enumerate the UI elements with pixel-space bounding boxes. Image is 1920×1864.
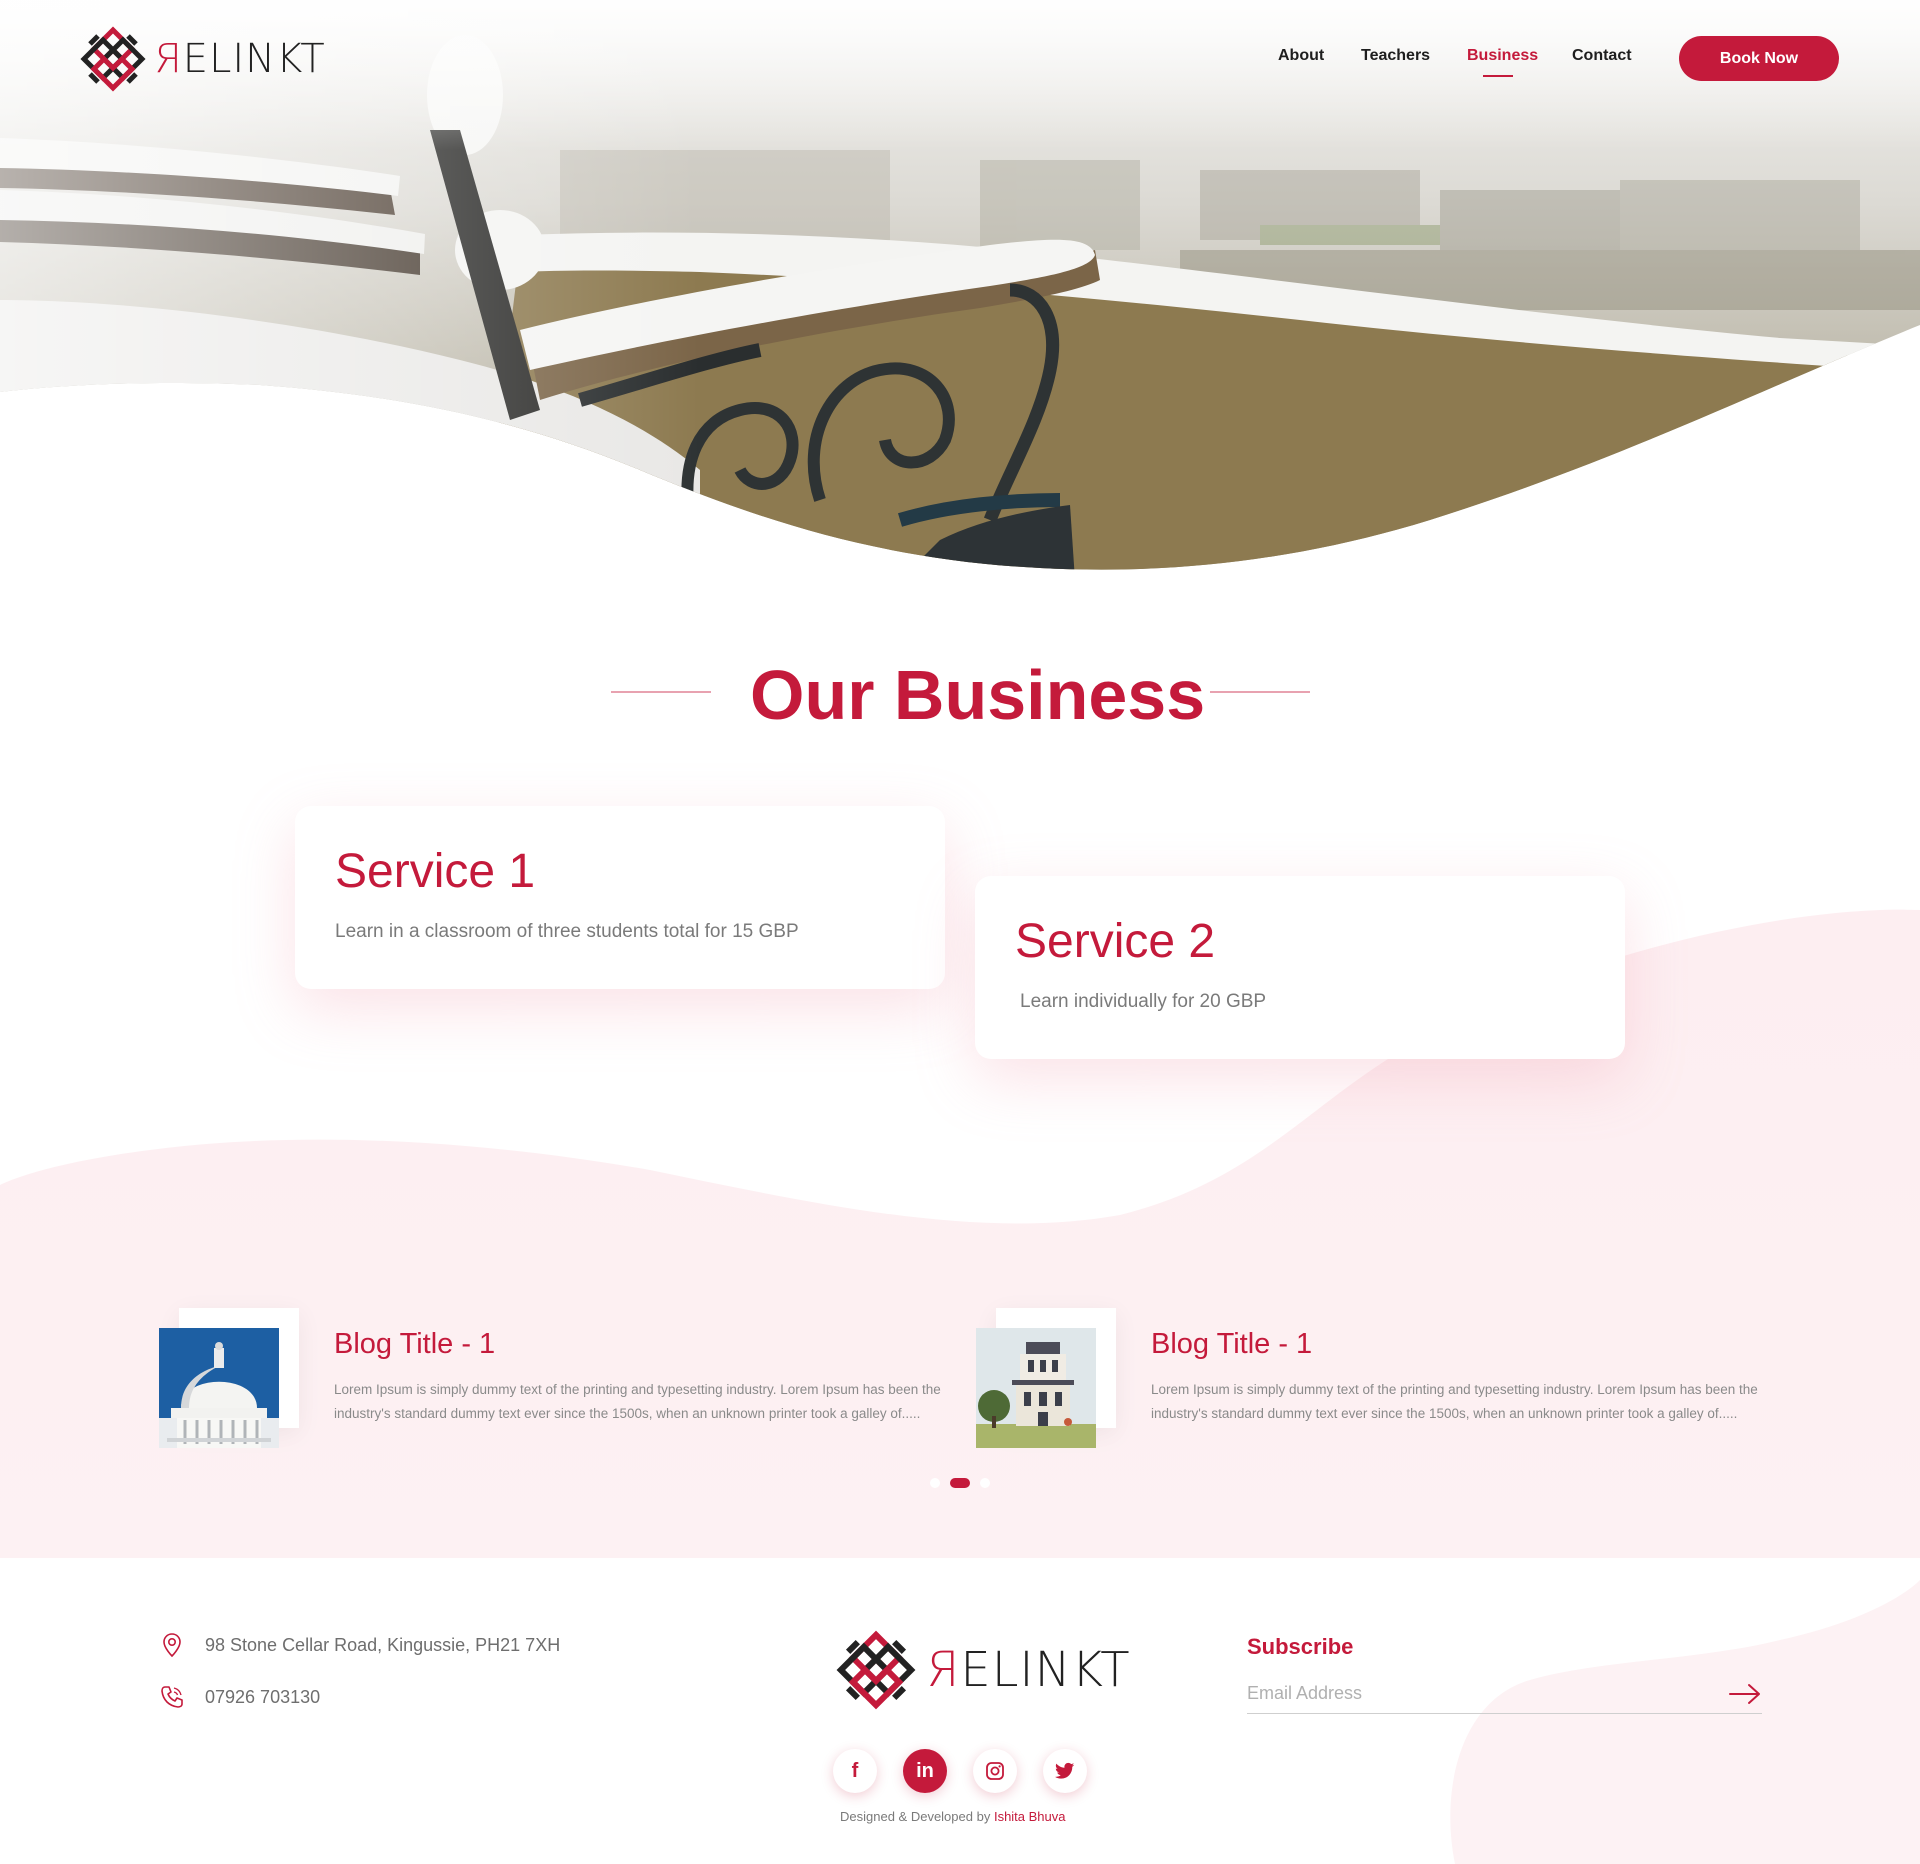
brand-logo[interactable]: ЯELINKT: [80, 25, 326, 93]
footer-address: 98 Stone Cellar Road, Kingussie, PH21 7X…: [159, 1632, 560, 1658]
logo-knot-icon: [836, 1630, 916, 1710]
service-title: Service 1: [335, 845, 536, 898]
footer-phone: 07926 703130: [159, 1684, 320, 1710]
instagram-icon[interactable]: [973, 1749, 1017, 1793]
logo-knot-icon: [80, 26, 146, 92]
nav-about[interactable]: About: [1278, 47, 1324, 65]
carousel-dot[interactable]: [980, 1478, 990, 1488]
blog-title[interactable]: Blog Title - 1: [1151, 1328, 1312, 1361]
dome-building-image[interactable]: [159, 1328, 279, 1448]
business-section-header: Our Business: [0, 650, 1920, 740]
blog-excerpt: Lorem Ipsum is simply dummy text of the …: [1151, 1382, 1758, 1421]
hero-banner: ЯELINKT About Teachers Business Contact …: [0, 0, 1920, 580]
facebook-icon[interactable]: f: [833, 1749, 877, 1793]
dome-building-icon: [159, 1328, 279, 1448]
service-card[interactable]: Service 2 Learn individually for 20 GBP: [975, 876, 1625, 1059]
logo-r-glyph: Я: [154, 36, 183, 82]
title-divider-right: [1210, 691, 1310, 693]
blog-title[interactable]: Blog Title - 1: [334, 1328, 495, 1361]
arrow-right-icon[interactable]: [1728, 1682, 1762, 1706]
nav-contact[interactable]: Contact: [1572, 47, 1632, 65]
book-now-button[interactable]: Book Now: [1679, 36, 1839, 81]
victorian-house-image[interactable]: [976, 1328, 1096, 1448]
twitter-glyph: [1055, 1762, 1075, 1779]
instagram-glyph: [986, 1762, 1004, 1780]
nav-business[interactable]: Business: [1467, 47, 1539, 77]
carousel-dot-active[interactable]: [950, 1478, 970, 1488]
service-title: Service 2: [1015, 915, 1216, 968]
service-card[interactable]: Service 1 Learn in a classroom of three …: [295, 806, 945, 989]
location-pin-icon: [163, 1633, 181, 1658]
linkedin-icon[interactable]: in: [903, 1749, 947, 1793]
section-title: Our Business: [750, 656, 1206, 734]
credit-prefix: Designed & Developed by: [840, 1809, 991, 1824]
service-description: Learn individually for 20 GBP: [1020, 991, 1267, 1012]
nav-business-label: Business: [1467, 47, 1539, 64]
carousel-pagination: [930, 1477, 990, 1489]
title-divider-left: [611, 691, 711, 693]
twitter-icon[interactable]: [1043, 1749, 1087, 1793]
logo-r-glyph: Я: [926, 1642, 961, 1698]
blog-excerpt: Lorem Ipsum is simply dummy text of the …: [334, 1382, 941, 1421]
facebook-glyph: f: [851, 1759, 859, 1782]
site-footer: 98 Stone Cellar Road, Kingussie, PH21 7X…: [0, 1558, 1920, 1864]
credit-line: Designed & Developed by Ishita Bhuva: [840, 1809, 1066, 1824]
logo-text: ELINKT: [960, 1642, 1131, 1698]
phone-text[interactable]: 07926 703130: [205, 1687, 320, 1708]
footer-logo[interactable]: ЯELINKT: [836, 1630, 1131, 1710]
carousel-dot[interactable]: [930, 1478, 940, 1488]
credit-author-link[interactable]: Ishita Bhuva: [994, 1809, 1066, 1824]
nav-teachers[interactable]: Teachers: [1361, 47, 1430, 65]
social-links: f in: [833, 1749, 1093, 1795]
top-navigation: ЯELINKT About Teachers Business Contact …: [0, 0, 1920, 120]
phone-icon: [161, 1686, 183, 1708]
logo-wordmark: ЯELINKT: [154, 39, 326, 79]
email-field[interactable]: [1247, 1674, 1762, 1714]
linkedin-glyph: in: [916, 1759, 934, 1782]
blog-card[interactable]: Blog Title - 1 Lorem Ipsum is simply dum…: [976, 1308, 1776, 1458]
subscribe-heading: Subscribe: [1247, 1634, 1354, 1659]
logo-text: ELINKT: [182, 36, 326, 82]
logo-wordmark: ЯELINKT: [926, 1646, 1131, 1694]
address-text: 98 Stone Cellar Road, Kingussie, PH21 7X…: [205, 1634, 561, 1655]
active-nav-underline: [1483, 75, 1513, 77]
service-description: Learn in a classroom of three students t…: [335, 921, 799, 942]
blog-card[interactable]: Blog Title - 1 Lorem Ipsum is simply dum…: [159, 1308, 959, 1458]
victorian-house-icon: [976, 1328, 1096, 1448]
